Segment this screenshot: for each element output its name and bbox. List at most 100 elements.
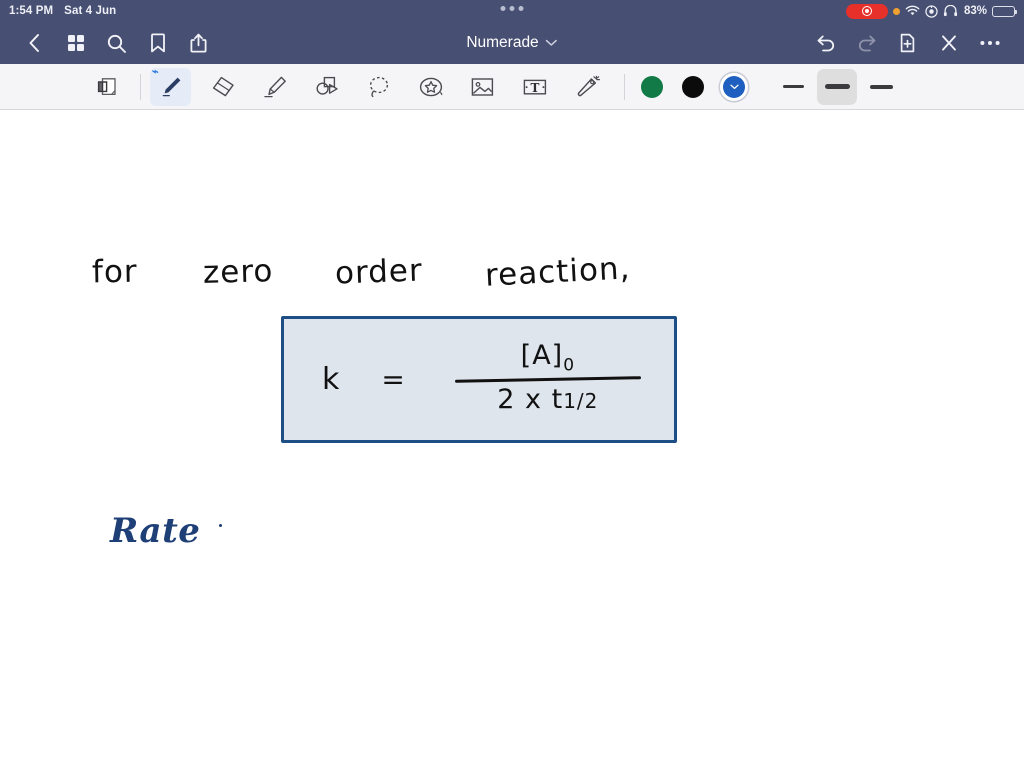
record-ring-icon	[861, 6, 872, 16]
notability-app-window: 1:54 PM Sat 4 Jun 83% Numerade ⌁ T for z…	[0, 0, 1024, 768]
handle-dot	[500, 6, 506, 11]
svg-text:T: T	[530, 81, 539, 95]
more-dots-icon	[979, 41, 1000, 45]
document-title-button[interactable]: Numerade	[466, 34, 558, 52]
grid-icon	[67, 35, 84, 51]
ink-dot-mark	[219, 524, 222, 527]
highlighter-tool[interactable]	[254, 68, 295, 106]
chevron-down-icon	[546, 39, 558, 46]
header-left-group	[14, 24, 219, 62]
status-bar-date: Sat 4 Jun	[64, 5, 117, 17]
screen-record-pill-icon[interactable]	[845, 3, 888, 19]
page-layers-tool[interactable]	[86, 68, 127, 106]
denominator-text: 2 x t	[497, 384, 564, 416]
note-canvas[interactable]: for zero order reaction, k = [A]0 2 x t1…	[0, 111, 1024, 768]
header-right-group	[805, 24, 1010, 62]
wifi-icon	[905, 5, 920, 16]
shapes-tool[interactable]	[306, 68, 347, 106]
status-bar-left: 1:54 PM Sat 4 Jun	[9, 5, 116, 17]
stroke-weight-medium[interactable]	[817, 68, 857, 105]
toolbar-divider	[624, 73, 625, 100]
sticker-tool[interactable]	[410, 68, 451, 106]
formula-content: k = [A]0 2 x t1/2	[284, 319, 674, 440]
image-icon	[471, 77, 494, 96]
headphones-icon	[943, 5, 958, 17]
numerator-subscript: 0	[563, 354, 576, 375]
chevron-down-icon	[729, 84, 739, 89]
close-button[interactable]	[928, 24, 969, 62]
back-button[interactable]	[14, 24, 55, 62]
swatch-fill	[723, 75, 745, 98]
bookmark-button[interactable]	[137, 24, 178, 62]
share-icon	[190, 33, 207, 53]
app-header-bar: Numerade	[0, 22, 1024, 64]
share-button[interactable]	[178, 24, 219, 62]
text-tool[interactable]: T	[514, 68, 555, 106]
stroke-weight-thin[interactable]	[773, 69, 813, 105]
swatch-fill	[641, 75, 663, 98]
pen-icon	[162, 77, 180, 96]
battery-icon	[992, 5, 1017, 17]
handle-dot	[509, 6, 515, 11]
formula-denominator: 2 x t1/2	[497, 384, 598, 415]
bookmark-icon	[150, 33, 165, 53]
weight-bar	[824, 84, 850, 89]
lasso-tool[interactable]	[358, 68, 399, 106]
page-layers-icon	[97, 77, 116, 95]
shapes-icon	[316, 76, 338, 95]
status-bar-time: 1:54 PM	[9, 5, 54, 17]
toolbar-divider	[140, 73, 141, 100]
denominator-fraction: 1/2	[563, 389, 599, 414]
magic-wand-icon	[577, 75, 600, 96]
formula-numerator: [A]0	[521, 340, 575, 375]
numerator-text: [A]	[520, 339, 564, 371]
color-swatch-blue[interactable]	[716, 68, 752, 106]
handwritten-word: reaction,	[483, 250, 632, 294]
thumbnails-button[interactable]	[55, 24, 96, 62]
weight-bar	[869, 84, 893, 89]
color-swatch-green[interactable]	[634, 68, 670, 106]
page-title: Numerade	[466, 34, 539, 51]
status-bar-right: 83%	[845, 3, 1017, 19]
pen-tool[interactable]: ⌁	[150, 65, 191, 106]
search-button[interactable]	[96, 24, 137, 62]
text-box-icon: T	[523, 79, 546, 95]
formula-highlight-box[interactable]: k = [A]0 2 x t1/2	[281, 316, 677, 443]
formula-lhs: k	[322, 362, 340, 397]
more-button[interactable]	[969, 24, 1010, 62]
ios-status-bar: 1:54 PM Sat 4 Jun 83%	[0, 0, 1024, 22]
sticker-star-icon	[419, 77, 442, 96]
magic-wand-tool[interactable]	[566, 68, 607, 106]
color-swatch-black[interactable]	[675, 68, 711, 106]
battery-percent-label: 83%	[963, 5, 987, 17]
image-tool[interactable]	[462, 68, 503, 106]
undo-button[interactable]	[805, 24, 846, 62]
fraction-rule	[454, 376, 641, 383]
highlighter-icon	[264, 76, 286, 97]
bluetooth-icon: ⌁	[152, 65, 159, 78]
drawing-toolbar: ⌁ T	[0, 64, 1024, 110]
add-page-button[interactable]	[887, 24, 928, 62]
eraser-tool[interactable]	[202, 68, 243, 106]
redo-button[interactable]	[846, 24, 887, 62]
record-dot-icon	[864, 9, 869, 13]
microphone-indicator-icon	[892, 7, 900, 15]
multitasking-handle[interactable]	[500, 6, 524, 11]
stroke-weight-thick[interactable]	[861, 69, 901, 105]
handwritten-word: zero	[202, 253, 275, 291]
close-x-icon	[941, 35, 956, 51]
formula-fraction: [A]0 2 x t1/2	[454, 340, 641, 415]
weight-bar	[782, 85, 804, 88]
eraser-icon	[212, 76, 234, 96]
formula-equals: =	[381, 363, 405, 396]
handwriting-line-1: for zero order reaction,	[91, 250, 631, 294]
search-icon	[107, 34, 126, 53]
swatch-fill	[682, 75, 704, 98]
chevron-left-icon	[29, 34, 39, 52]
lasso-icon	[369, 76, 388, 97]
control-center-icon	[925, 4, 938, 18]
redo-icon	[858, 35, 875, 52]
page-plus-icon	[900, 33, 915, 53]
handwritten-word: for	[91, 253, 138, 291]
handle-dot	[518, 6, 524, 11]
